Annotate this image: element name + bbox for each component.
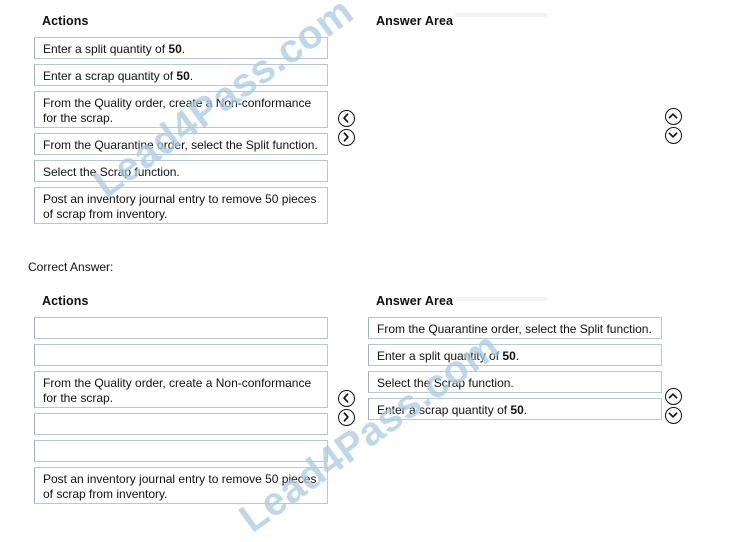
question-move-lr-buttons [338,110,355,148]
question-actions-panel: Actions Enter a split quantity of 50. Ent… [34,14,328,229]
answer-answer-item[interactable]: Enter a scrap quantity of 50. [368,398,662,420]
item-text: Enter a scrap quantity of [377,403,511,417]
actions-heading-2: Actions [42,294,89,308]
item-text: From the Quality order, create a Non-con… [43,376,312,405]
answer-actions-panel: Actions From the Quality order, create a… [34,294,328,509]
answer-area-heading-2: Answer Area [376,294,454,308]
move-left-icon[interactable] [338,390,355,407]
move-right-icon[interactable] [338,129,355,146]
question-actions-list: Enter a split quantity of 50. Enter a scr… [34,37,328,224]
item-text-suffix: . [181,42,186,56]
answer-answer-panel: Answer Area From the Quarantine order, s… [368,294,662,425]
correct-answer-label: Correct Answer: [28,260,114,274]
move-left-icon[interactable] [338,110,355,127]
item-text-suffix: . [189,69,194,83]
item-text-suffix: . [523,403,528,417]
item-text: From the Quarantine order, select the Sp… [43,138,318,152]
answer-action-item[interactable]: From the Quality order, create a Non-con… [34,371,328,408]
item-text: From the Quarantine order, select the Sp… [377,322,652,336]
answer-action-empty-slot[interactable] [34,440,328,462]
item-text: Enter a scrap quantity of [43,69,177,83]
answer-action-item[interactable]: Post an inventory journal entry to remov… [34,467,328,504]
answer-action-empty-slot[interactable] [34,317,328,339]
actions-heading: Actions [42,14,89,28]
item-emphasis: 50 [176,69,190,83]
question-action-item[interactable]: Select the Scrap function. [34,160,328,182]
item-text: Post an inventory journal entry to remov… [43,472,317,501]
answer-area-heading: Answer Area [376,14,454,28]
item-text: From the Quality order, create a Non-con… [43,96,312,125]
item-emphasis: 50 [168,42,182,56]
move-down-icon[interactable] [665,407,682,424]
item-text: Enter a split quantity of [43,42,169,56]
question-action-item[interactable]: From the Quality order, create a Non-con… [34,91,328,128]
watermark-ghost-top [455,13,547,17]
answer-answer-list: From the Quarantine order, select the Sp… [368,317,662,420]
item-text-suffix: . [515,349,520,363]
move-up-icon[interactable] [665,388,682,405]
answer-answer-item[interactable]: Select the Scrap function. [368,371,662,393]
answer-move-lr-buttons [338,390,355,428]
question-action-item[interactable]: Enter a scrap quantity of 50. [34,64,328,86]
question-action-item[interactable]: From the Quarantine order, select the Sp… [34,133,328,155]
question-move-updown-buttons [665,108,682,146]
item-text: Select the Scrap function. [377,376,514,390]
item-emphasis: 50 [502,349,516,363]
item-text: Select the Scrap function. [43,165,180,179]
question-action-item[interactable]: Post an inventory journal entry to remov… [34,187,328,224]
move-right-icon[interactable] [338,409,355,426]
item-text: Enter a split quantity of [377,349,503,363]
move-down-icon[interactable] [665,127,682,144]
answer-answer-item[interactable]: From the Quarantine order, select the Sp… [368,317,662,339]
answer-move-updown-buttons [665,388,682,426]
answer-actions-list: From the Quality order, create a Non-con… [34,317,328,504]
item-emphasis: 50 [510,403,524,417]
question-answer-panel: Answer Area [368,14,453,37]
answer-answer-item[interactable]: Enter a split quantity of 50. [368,344,662,366]
move-up-icon[interactable] [665,108,682,125]
answer-action-empty-slot[interactable] [34,344,328,366]
answer-action-empty-slot[interactable] [34,413,328,435]
question-action-item[interactable]: Enter a split quantity of 50. [34,37,328,59]
item-text: Post an inventory journal entry to remov… [43,192,317,221]
